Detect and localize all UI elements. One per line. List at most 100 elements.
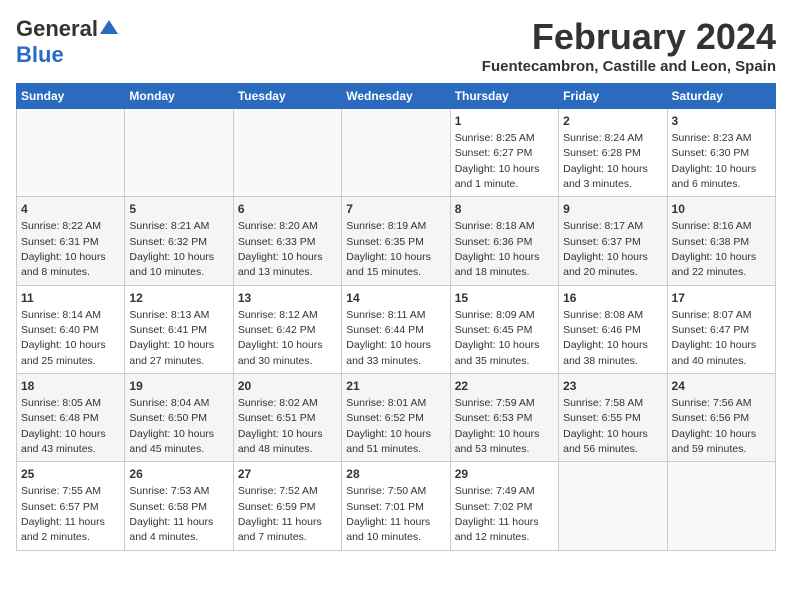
day-info: Sunrise: 8:19 AM Sunset: 6:35 PM Dayligh… — [346, 220, 431, 278]
day-number: 19 — [129, 378, 228, 395]
day-number: 17 — [672, 290, 771, 307]
calendar-cell: 22Sunrise: 7:59 AM Sunset: 6:53 PM Dayli… — [450, 374, 558, 462]
day-number: 14 — [346, 290, 445, 307]
day-number: 29 — [455, 466, 554, 483]
calendar-cell: 14Sunrise: 8:11 AM Sunset: 6:44 PM Dayli… — [342, 285, 450, 373]
calendar-cell: 27 Sunrise: 7:52 AM Sunset: 6:59 PM Dayli… — [233, 462, 341, 550]
calendar-week-row: 4 Sunrise: 8:22 AM Sunset: 6:31 PM Daylig… — [17, 197, 776, 285]
day-number: 28 — [346, 466, 445, 483]
calendar-cell: 2 Sunrise: 8:24 AM Sunset: 6:28 PM Daylig… — [559, 109, 667, 197]
calendar-cell: 4 Sunrise: 8:22 AM Sunset: 6:31 PM Daylig… — [17, 197, 125, 285]
weekday-header: Monday — [125, 84, 233, 109]
calendar-cell: 7 Sunrise: 8:19 AM Sunset: 6:35 PM Daylig… — [342, 197, 450, 285]
calendar-cell: 13 Sunrise: 8:12 AM Sunset: 6:42 PM Dayli… — [233, 285, 341, 373]
day-number: 4 — [21, 201, 120, 218]
calendar-cell: 19 Sunrise: 8:04 AM Sunset: 6:50 PM Dayli… — [125, 374, 233, 462]
calendar-cell: 25Sunrise: 7:55 AM Sunset: 6:57 PM Dayli… — [17, 462, 125, 550]
day-number: 9 — [563, 201, 662, 218]
day-number: 26 — [129, 466, 228, 483]
calendar-cell: 1 Sunrise: 8:25 AM Sunset: 6:27 PM Daylig… — [450, 109, 558, 197]
weekday-header: Saturday — [667, 84, 775, 109]
calendar-cell — [667, 462, 775, 550]
day-info: Sunrise: 8:12 AM Sunset: 6:42 PM Dayligh… — [238, 309, 323, 367]
day-info: Sunrise: 8:07 AM Sunset: 6:47 PM Dayligh… — [672, 309, 757, 367]
day-number: 22 — [455, 378, 554, 395]
day-number: 21 — [346, 378, 445, 395]
day-info: Sunrise: 8:13 AM Sunset: 6:41 PM Dayligh… — [129, 309, 214, 367]
day-number: 15 — [455, 290, 554, 307]
day-info: Sunrise: 7:49 AM Sunset: 7:02 PM Dayligh… — [455, 485, 539, 543]
day-number: 10 — [672, 201, 771, 218]
day-number: 18 — [21, 378, 120, 395]
logo-blue-text: Blue — [16, 42, 64, 68]
day-info: Sunrise: 7:58 AM Sunset: 6:55 PM Dayligh… — [563, 397, 648, 455]
calendar-table: SundayMondayTuesdayWednesdayThursdayFrid… — [16, 83, 776, 551]
day-info: Sunrise: 8:23 AM Sunset: 6:30 PM Dayligh… — [672, 132, 757, 190]
day-number: 1 — [455, 113, 554, 130]
day-info: Sunrise: 8:02 AM Sunset: 6:51 PM Dayligh… — [238, 397, 323, 455]
day-info: Sunrise: 8:08 AM Sunset: 6:46 PM Dayligh… — [563, 309, 648, 367]
day-number: 23 — [563, 378, 662, 395]
day-number: 20 — [238, 378, 337, 395]
day-info: Sunrise: 8:14 AM Sunset: 6:40 PM Dayligh… — [21, 309, 106, 367]
day-info: Sunrise: 7:50 AM Sunset: 7:01 PM Dayligh… — [346, 485, 430, 543]
calendar-cell: 10 Sunrise: 8:16 AM Sunset: 6:38 PM Dayli… — [667, 197, 775, 285]
day-number: 25 — [21, 466, 120, 483]
weekday-header: Tuesday — [233, 84, 341, 109]
day-info: Sunrise: 8:18 AM Sunset: 6:36 PM Dayligh… — [455, 220, 540, 278]
calendar-cell: 12 Sunrise: 8:13 AM Sunset: 6:41 PM Dayli… — [125, 285, 233, 373]
day-number: 16 — [563, 290, 662, 307]
logo: General Blue — [16, 16, 118, 68]
calendar-cell — [342, 109, 450, 197]
day-info: Sunrise: 7:52 AM Sunset: 6:59 PM Dayligh… — [238, 485, 322, 543]
day-info: Sunrise: 8:24 AM Sunset: 6:28 PM Dayligh… — [563, 132, 648, 190]
calendar-cell: 23 Sunrise: 7:58 AM Sunset: 6:55 PM Dayli… — [559, 374, 667, 462]
header: General Blue February 2024 Fuentecambron… — [16, 16, 776, 75]
calendar-cell: 21 Sunrise: 8:01 AM Sunset: 6:52 PM Dayli… — [342, 374, 450, 462]
logo-general-text: General — [16, 16, 98, 42]
day-number: 11 — [21, 290, 120, 307]
weekday-header: Friday — [559, 84, 667, 109]
day-number: 13 — [238, 290, 337, 307]
title-block: February 2024 Fuentecambron, Castille an… — [482, 16, 776, 75]
day-number: 8 — [455, 201, 554, 218]
day-info: Sunrise: 8:21 AM Sunset: 6:32 PM Dayligh… — [129, 220, 214, 278]
day-number: 5 — [129, 201, 228, 218]
day-number: 7 — [346, 201, 445, 218]
calendar-cell: 11 Sunrise: 8:14 AM Sunset: 6:40 PM Dayli… — [17, 285, 125, 373]
day-info: Sunrise: 7:53 AM Sunset: 6:58 PM Dayligh… — [129, 485, 213, 543]
day-info: Sunrise: 8:01 AM Sunset: 6:52 PM Dayligh… — [346, 397, 431, 455]
weekday-header: Thursday — [450, 84, 558, 109]
calendar-cell — [233, 109, 341, 197]
calendar-cell: 8 Sunrise: 8:18 AM Sunset: 6:36 PM Daylig… — [450, 197, 558, 285]
calendar-cell: 6Sunrise: 8:20 AM Sunset: 6:33 PM Daylig… — [233, 197, 341, 285]
day-number: 24 — [672, 378, 771, 395]
calendar-week-row: 25Sunrise: 7:55 AM Sunset: 6:57 PM Dayli… — [17, 462, 776, 550]
calendar-cell: 15 Sunrise: 8:09 AM Sunset: 6:45 PM Dayli… — [450, 285, 558, 373]
day-info: Sunrise: 8:04 AM Sunset: 6:50 PM Dayligh… — [129, 397, 214, 455]
calendar-week-row: 18 Sunrise: 8:05 AM Sunset: 6:48 PM Dayli… — [17, 374, 776, 462]
day-number: 12 — [129, 290, 228, 307]
day-info: Sunrise: 8:22 AM Sunset: 6:31 PM Dayligh… — [21, 220, 106, 278]
day-number: 27 — [238, 466, 337, 483]
calendar-cell: 28 Sunrise: 7:50 AM Sunset: 7:01 PM Dayli… — [342, 462, 450, 550]
calendar-cell — [17, 109, 125, 197]
weekday-header: Wednesday — [342, 84, 450, 109]
calendar-cell: 26 Sunrise: 7:53 AM Sunset: 6:58 PM Dayli… — [125, 462, 233, 550]
calendar-cell: 18 Sunrise: 8:05 AM Sunset: 6:48 PM Dayli… — [17, 374, 125, 462]
calendar-cell: 20 Sunrise: 8:02 AM Sunset: 6:51 PM Dayli… — [233, 374, 341, 462]
day-info: Sunrise: 8:25 AM Sunset: 6:27 PM Dayligh… — [455, 132, 540, 190]
day-info: Sunrise: 8:17 AM Sunset: 6:37 PM Dayligh… — [563, 220, 648, 278]
day-info: Sunrise: 8:20 AM Sunset: 6:33 PM Dayligh… — [238, 220, 323, 278]
day-number: 2 — [563, 113, 662, 130]
weekday-header: Sunday — [17, 84, 125, 109]
day-info: Sunrise: 8:09 AM Sunset: 6:45 PM Dayligh… — [455, 309, 540, 367]
calendar-cell: 3Sunrise: 8:23 AM Sunset: 6:30 PM Daylig… — [667, 109, 775, 197]
calendar-week-row: 11 Sunrise: 8:14 AM Sunset: 6:40 PM Dayli… — [17, 285, 776, 373]
day-info: Sunrise: 7:56 AM Sunset: 6:56 PM Dayligh… — [672, 397, 757, 455]
logo-triangle-icon — [100, 18, 118, 36]
calendar-week-row: 1 Sunrise: 8:25 AM Sunset: 6:27 PM Daylig… — [17, 109, 776, 197]
calendar-cell: 17 Sunrise: 8:07 AM Sunset: 6:47 PM Dayli… — [667, 285, 775, 373]
day-info: Sunrise: 8:05 AM Sunset: 6:48 PM Dayligh… — [21, 397, 106, 455]
day-info: Sunrise: 8:16 AM Sunset: 6:38 PM Dayligh… — [672, 220, 757, 278]
